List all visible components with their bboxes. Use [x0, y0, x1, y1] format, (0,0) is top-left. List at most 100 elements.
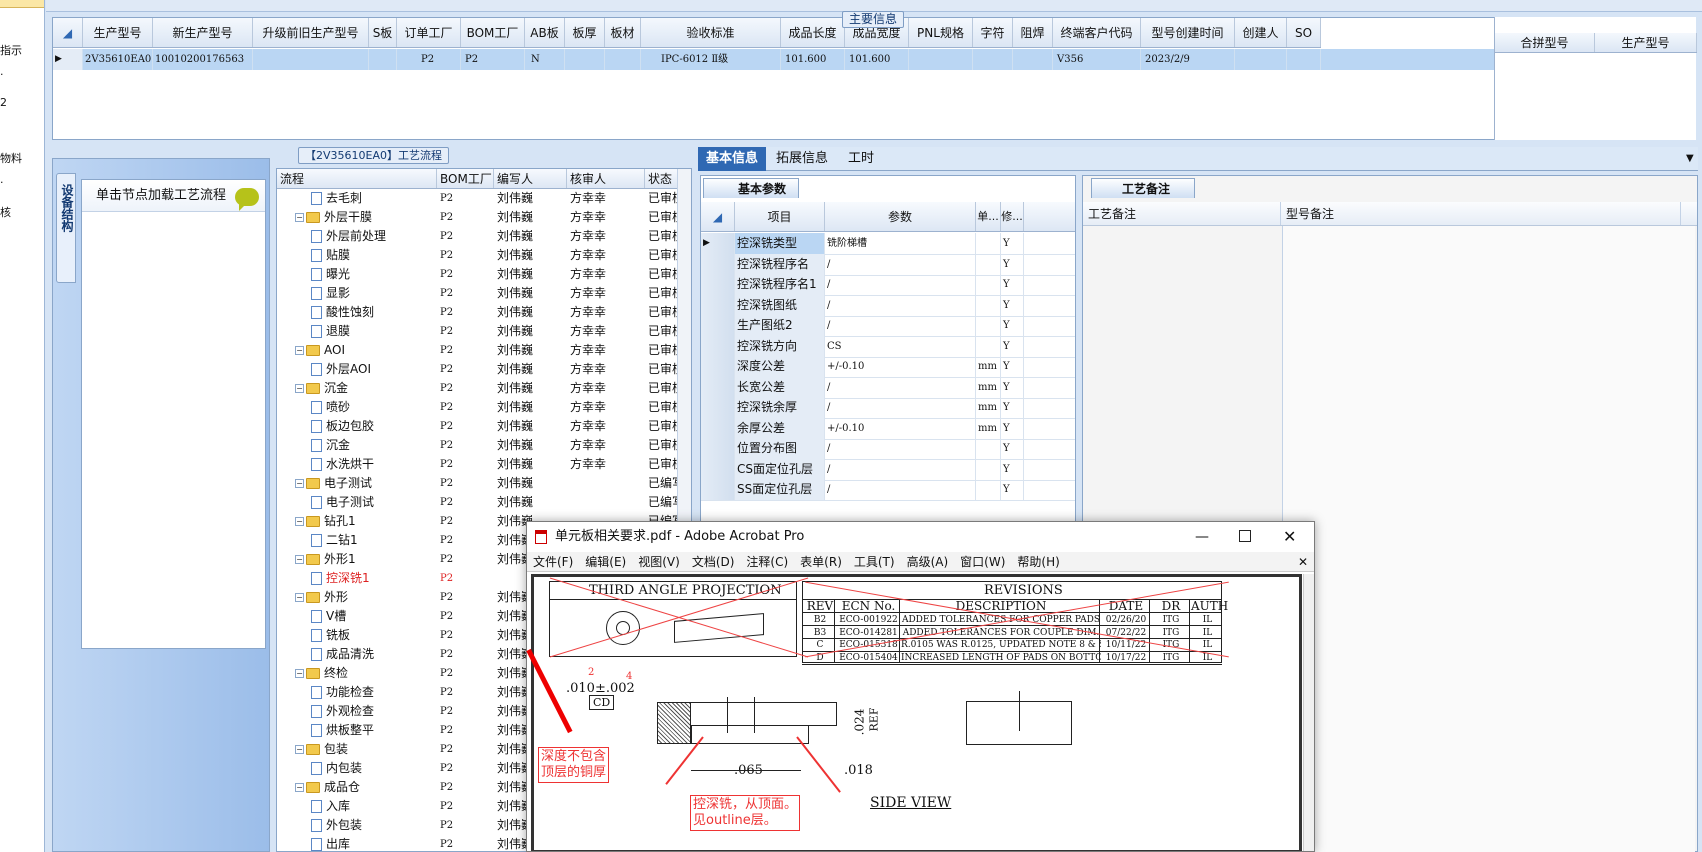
param-item[interactable]: 深度公差: [735, 356, 825, 377]
column-header[interactable]: 参数: [825, 202, 976, 231]
tab-process-notes[interactable]: 工艺备注: [1091, 178, 1196, 198]
cell[interactable]: IPC-6012 Ⅱ级: [641, 49, 781, 70]
tree-node[interactable]: 板边包胶: [311, 417, 437, 436]
tree-node[interactable]: 烘板整平: [311, 721, 437, 740]
minimize-icon[interactable]: —: [1195, 522, 1209, 552]
param-modifiable[interactable]: Y: [1001, 335, 1024, 357]
menu-file[interactable]: 文件(F): [527, 552, 579, 571]
tree-node[interactable]: − 终检: [295, 664, 437, 683]
param-modifiable[interactable]: Y: [1001, 294, 1024, 316]
cell[interactable]: [1235, 49, 1287, 70]
param-item[interactable]: 生产图纸2: [735, 315, 825, 336]
param-modifiable[interactable]: Y: [1001, 315, 1024, 336]
tree-row[interactable]: 外层AOI P2 刘伟巍 方幸幸 已审核: [277, 360, 691, 379]
tree-node[interactable]: V槽: [311, 607, 437, 626]
tree-row[interactable]: 板边包胶 P2 刘伟巍 方幸幸 已审核: [277, 417, 691, 436]
column-header[interactable]: 生产型号: [1595, 33, 1697, 52]
param-row[interactable]: 位置分布图 / Y: [701, 438, 1075, 460]
expander-icon[interactable]: −: [295, 213, 304, 222]
menu-forms[interactable]: 表单(R): [794, 552, 848, 571]
row-selector[interactable]: [701, 438, 735, 459]
row-selector[interactable]: [701, 335, 735, 357]
column-header[interactable]: 流程: [277, 169, 437, 188]
param-item[interactable]: 控深铣图纸: [735, 294, 825, 316]
tree-node[interactable]: 酸性蚀刻: [311, 303, 437, 322]
tree-node[interactable]: 内包装: [311, 759, 437, 778]
param-value[interactable]: /: [825, 458, 976, 480]
column-header[interactable]: S板: [369, 18, 397, 47]
cell[interactable]: V356: [1053, 49, 1141, 70]
pdf-scrollbar[interactable]: [1303, 574, 1314, 851]
cell[interactable]: P2: [461, 49, 525, 70]
tree-node[interactable]: 电子测试: [311, 493, 437, 512]
tree-row[interactable]: − AOI P2 刘伟巍 方幸幸 已审核: [277, 341, 691, 360]
pdf-document-view[interactable]: THIRD ANGLE PROJECTION REVISIONS REV ECN …: [531, 574, 1302, 851]
column-header[interactable]: 升级前旧生产型号: [253, 18, 369, 47]
param-row[interactable]: 控深铣方向 CS Y: [701, 335, 1075, 358]
nav-item[interactable]: ·: [0, 68, 4, 81]
param-row[interactable]: SS面定位孔层 / Y: [701, 479, 1075, 501]
cell[interactable]: [1013, 49, 1053, 70]
param-value[interactable]: /: [825, 376, 976, 398]
param-value[interactable]: /: [825, 253, 976, 275]
row-selector[interactable]: [701, 253, 735, 275]
param-item[interactable]: 控深铣类型: [735, 233, 825, 254]
param-value[interactable]: /: [825, 438, 976, 459]
nav-item[interactable]: 核: [0, 204, 11, 220]
cell[interactable]: 101.600: [845, 49, 909, 70]
nav-item[interactable]: ·: [0, 176, 4, 189]
column-header[interactable]: 生产型号: [83, 18, 153, 47]
param-modifiable[interactable]: Y: [1001, 253, 1024, 275]
param-modifiable[interactable]: Y: [1001, 438, 1024, 459]
param-item[interactable]: 余厚公差: [735, 417, 825, 439]
param-item[interactable]: 控深铣程序名: [735, 253, 825, 275]
column-header[interactable]: 阻焊: [1013, 18, 1053, 47]
row-selector[interactable]: [701, 417, 735, 439]
tree-node[interactable]: 外包装: [311, 816, 437, 835]
cell[interactable]: 101.600: [781, 49, 845, 70]
tree-row[interactable]: 退膜 P2 刘伟巍 方幸幸 已审核: [277, 322, 691, 341]
param-unit[interactable]: [976, 294, 1001, 316]
menu-window[interactable]: 窗口(W): [954, 552, 1011, 571]
expander-icon[interactable]: −: [295, 745, 304, 754]
param-modifiable[interactable]: Y: [1001, 458, 1024, 480]
tree-node[interactable]: 二钻1: [311, 531, 437, 550]
tree-row[interactable]: 外层前处理 P2 刘伟巍 方幸幸 已审核: [277, 227, 691, 246]
expander-icon[interactable]: −: [295, 346, 304, 355]
tree-node[interactable]: 退膜: [311, 322, 437, 341]
tree-node[interactable]: 去毛刺: [311, 189, 437, 208]
param-value[interactable]: +/-0.10: [825, 356, 976, 377]
tree-node[interactable]: 出库: [311, 835, 437, 851]
tree-node[interactable]: 曝光: [311, 265, 437, 284]
param-unit[interactable]: [976, 233, 1001, 254]
param-unit[interactable]: mm: [976, 376, 1001, 398]
tree-node[interactable]: 沉金: [311, 436, 437, 455]
param-unit[interactable]: [976, 438, 1001, 459]
param-modifiable[interactable]: Y: [1001, 356, 1024, 377]
param-unit[interactable]: [976, 274, 1001, 295]
column-header[interactable]: 板厚: [565, 18, 605, 47]
tree-node[interactable]: 外层AOI: [311, 360, 437, 379]
column-header[interactable]: 成品长度: [781, 18, 845, 47]
tree-row[interactable]: 沉金 P2 刘伟巍 方幸幸 已审核: [277, 436, 691, 455]
param-value[interactable]: /: [825, 274, 976, 295]
tree-row[interactable]: − 电子测试 P2 刘伟巍 已编写: [277, 474, 691, 493]
param-modifiable[interactable]: Y: [1001, 479, 1024, 500]
column-header[interactable]: SO: [1287, 18, 1321, 47]
tree-node[interactable]: 贴膜: [311, 246, 437, 265]
param-unit[interactable]: mm: [976, 356, 1001, 377]
param-row[interactable]: 控深铣余厚 / mm Y: [701, 397, 1075, 419]
menu-view[interactable]: 视图(V): [632, 552, 686, 571]
tree-node[interactable]: 喷砂: [311, 398, 437, 417]
tree-node[interactable]: 铣板: [311, 626, 437, 645]
tree-row[interactable]: 去毛刺 P2 刘伟巍 方幸幸 已审核: [277, 189, 691, 208]
cell[interactable]: [253, 49, 369, 70]
column-header[interactable]: 验收标准: [641, 18, 781, 47]
param-value[interactable]: 铣阶梯槽: [825, 233, 976, 254]
cell[interactable]: N: [525, 49, 565, 70]
tree-node[interactable]: 控深铣1: [311, 569, 437, 588]
tree-node[interactable]: − 电子测试: [295, 474, 437, 493]
column-header[interactable]: 订单工厂: [397, 18, 461, 47]
param-unit[interactable]: [976, 335, 1001, 357]
expander-icon[interactable]: −: [295, 593, 304, 602]
